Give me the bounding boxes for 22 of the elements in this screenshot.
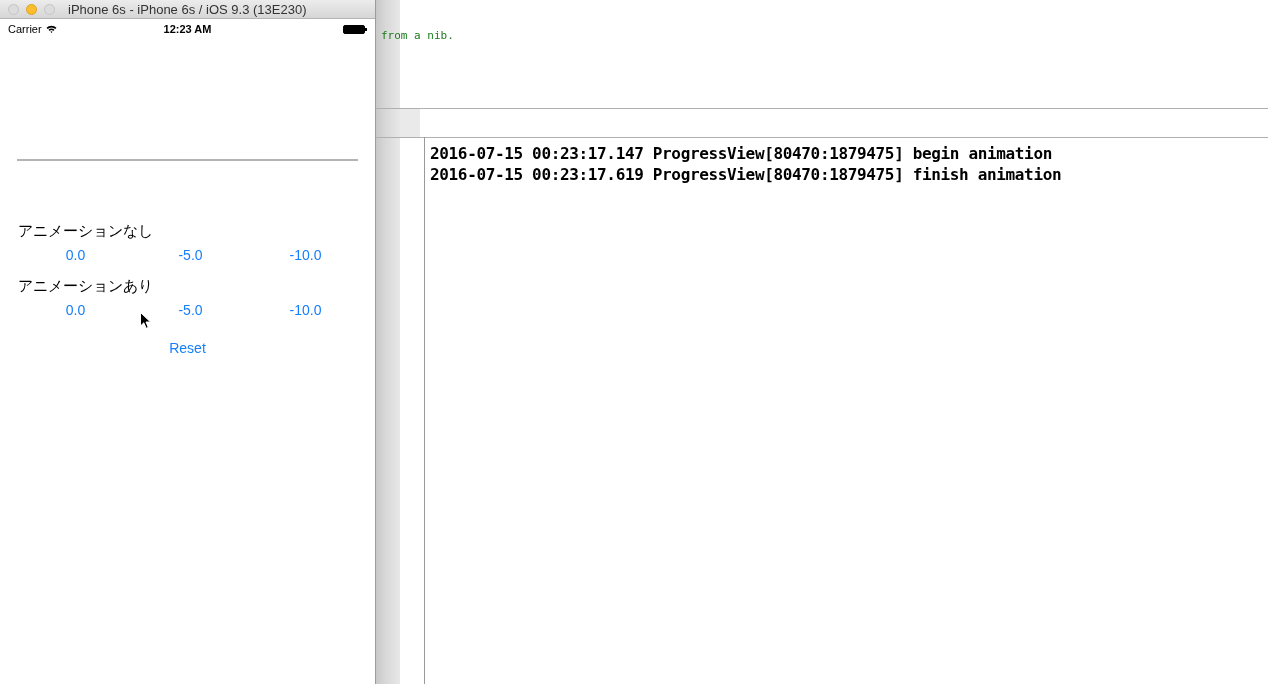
- value-button[interactable]: 0.0: [65, 246, 86, 264]
- cursor-icon: [140, 312, 151, 329]
- clock-time: 12:23 AM: [163, 23, 212, 35]
- battery-icon: [343, 24, 367, 34]
- gutter-background: [400, 109, 420, 137]
- value-button[interactable]: -5.0: [178, 246, 203, 264]
- log-line: 2016-07-15 00:23:17.147 ProgressView[80470:1879475] begin animation: [430, 143, 1053, 164]
- zoom-button[interactable]: [44, 3, 55, 15]
- reset-button[interactable]: Reset: [169, 340, 206, 356]
- carrier-label: Carrier: [8, 23, 42, 35]
- value-button[interactable]: -5.0: [178, 301, 203, 319]
- window-title: iPhone 6s - iPhone 6s / iOS 9.3 (13E230): [68, 1, 307, 17]
- wifi-icon: [45, 25, 57, 33]
- close-button[interactable]: [8, 3, 19, 15]
- value-button[interactable]: -10.0: [289, 301, 322, 319]
- value-button[interactable]: -10.0: [289, 246, 322, 264]
- minimize-button[interactable]: [26, 3, 37, 15]
- log-line: 2016-07-15 00:23:17.619 ProgressView[80470:1879475] finish animation: [430, 164, 1062, 185]
- code-text: from a nib.: [381, 29, 454, 42]
- section-label: アニメーションあり: [17, 276, 154, 296]
- value-button[interactable]: 0.0: [65, 301, 86, 319]
- section-label: アニメーションなし: [17, 221, 154, 241]
